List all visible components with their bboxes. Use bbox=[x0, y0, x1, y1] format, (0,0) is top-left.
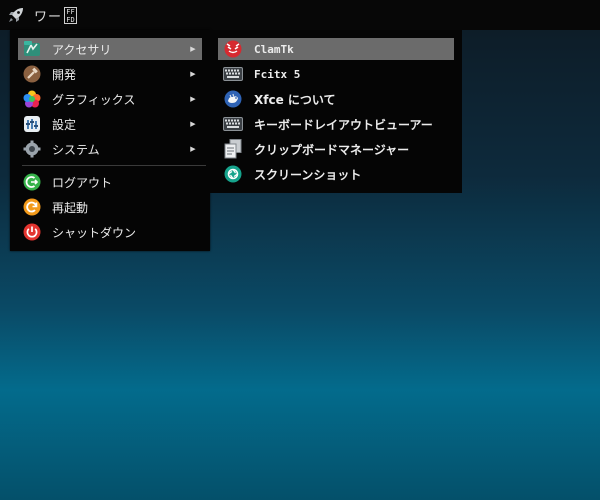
submenu-item-label: Fcitx 5 bbox=[254, 67, 301, 81]
menu-item-label: グラフィックス bbox=[52, 92, 136, 107]
graphics-icon bbox=[22, 89, 42, 109]
clamtk-icon bbox=[223, 39, 243, 59]
rocket-icon[interactable] bbox=[5, 4, 27, 26]
menu-item-label: 開発 bbox=[52, 67, 77, 82]
screenshot-icon bbox=[223, 164, 243, 184]
submenu-arrow-icon: ▶ bbox=[190, 120, 196, 128]
submenu-item-keyboard-layout-viewer[interactable]: キーボードレイアウトビューアー bbox=[218, 113, 454, 135]
submenu-item-label: スクリーンショット bbox=[254, 167, 362, 182]
accessories-icon bbox=[22, 39, 42, 59]
menu-item-logout[interactable]: ログアウト bbox=[18, 171, 202, 193]
logout-icon bbox=[22, 172, 42, 192]
glyph-top: FF bbox=[66, 7, 75, 16]
submenu-item-label: Xfce について bbox=[254, 92, 336, 107]
unknown-glyph-box: FF FD bbox=[64, 6, 78, 24]
submenu-item-clamtk[interactable]: ClamTk bbox=[218, 38, 454, 60]
submenu-arrow-icon: ▶ bbox=[190, 70, 196, 78]
menu-item-label: シャットダウン bbox=[52, 225, 137, 240]
submenu-item-screenshot[interactable]: スクリーンショット bbox=[218, 163, 454, 185]
menu-item-label: ログアウト bbox=[52, 175, 113, 190]
keyboard-icon bbox=[223, 64, 243, 84]
system-icon bbox=[22, 139, 42, 159]
xfce-icon bbox=[223, 89, 243, 109]
glyph-bottom: FD bbox=[66, 15, 75, 24]
settings-icon bbox=[22, 114, 42, 134]
menu-item-settings[interactable]: 設定 ▶ bbox=[18, 113, 202, 135]
menu-item-label: 再起動 bbox=[52, 200, 89, 215]
submenu-arrow-icon: ▶ bbox=[190, 95, 196, 103]
menu-item-system[interactable]: システム ▶ bbox=[18, 138, 202, 160]
menu-item-label: 設定 bbox=[52, 117, 77, 132]
submenu-item-label: ClamTk bbox=[254, 42, 294, 56]
submenu-item-fcitx5[interactable]: Fcitx 5 bbox=[218, 63, 454, 85]
workspace-label[interactable]: ワー bbox=[34, 6, 62, 25]
menu-item-label: アクセサリ bbox=[52, 42, 112, 57]
menu-item-shutdown[interactable]: シャットダウン bbox=[18, 221, 202, 243]
clipboard-icon bbox=[223, 139, 243, 159]
menu-item-development[interactable]: 開発 ▶ bbox=[18, 63, 202, 85]
menu-item-accessories[interactable]: アクセサリ ▶ bbox=[18, 38, 202, 60]
submenu-item-label: キーボードレイアウトビューアー bbox=[254, 117, 433, 132]
submenu-arrow-icon: ▶ bbox=[190, 145, 196, 153]
submenu-arrow-icon: ▶ bbox=[190, 45, 196, 53]
menu-item-graphics[interactable]: グラフィックス ▶ bbox=[18, 88, 202, 110]
menu-separator bbox=[22, 165, 206, 166]
development-icon bbox=[22, 64, 42, 84]
menu-item-label: システム bbox=[52, 142, 100, 157]
restart-icon bbox=[22, 197, 42, 217]
submenu-item-clipboard-manager[interactable]: クリップボードマネージャー bbox=[218, 138, 454, 160]
top-panel: ワー FF FD bbox=[0, 0, 600, 30]
accessories-submenu: ClamTk Fcitx 5 Xfce について キーボードレイアウトビューアー… bbox=[210, 30, 462, 193]
submenu-item-label: クリップボードマネージャー bbox=[254, 142, 410, 157]
shutdown-icon bbox=[22, 222, 42, 242]
menu-item-restart[interactable]: 再起動 bbox=[18, 196, 202, 218]
submenu-item-about-xfce[interactable]: Xfce について bbox=[218, 88, 454, 110]
keyboard-layout-icon bbox=[223, 114, 243, 134]
applications-menu: アクセサリ ▶ 開発 ▶ グラフィックス ▶ 設定 ▶ システム ▶ ログアウト… bbox=[10, 30, 210, 251]
